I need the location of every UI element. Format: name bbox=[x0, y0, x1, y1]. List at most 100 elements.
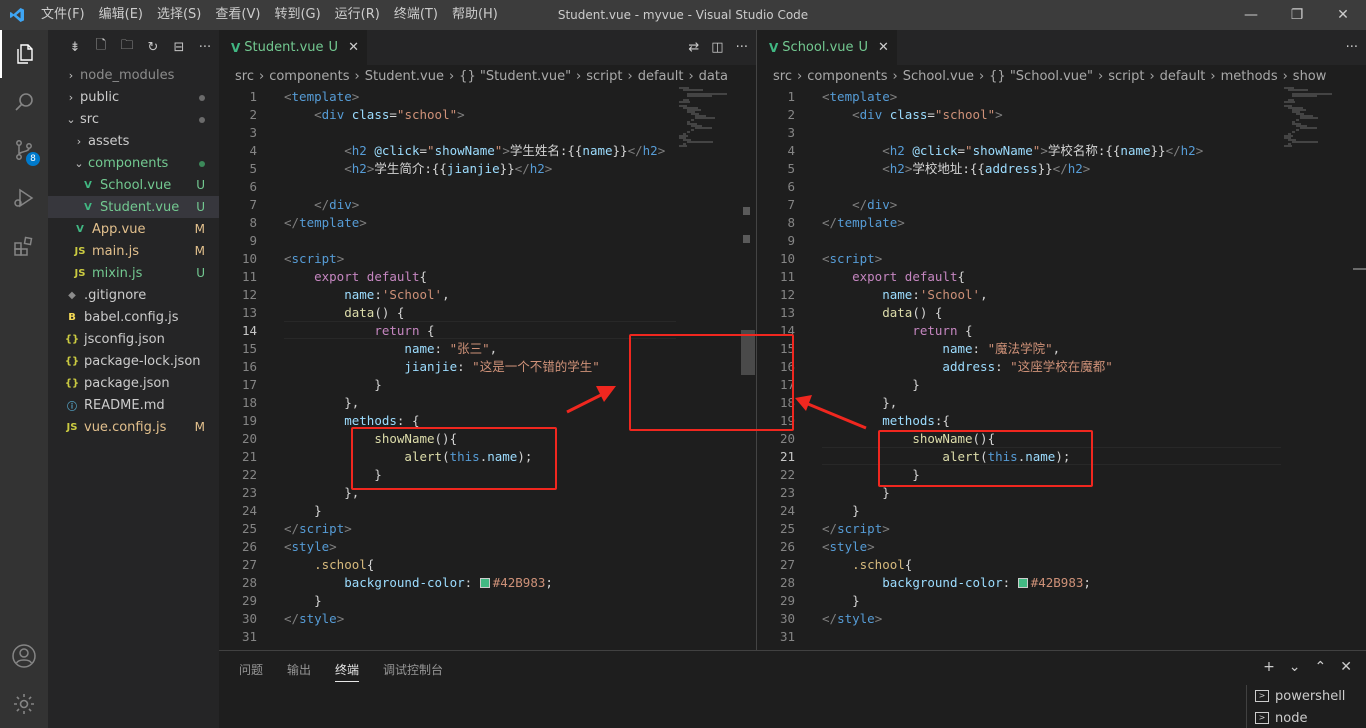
terminal-item[interactable]: > node bbox=[1247, 707, 1366, 728]
split-editor-icon[interactable]: ◫ bbox=[711, 40, 723, 55]
menu-item[interactable]: 选择(S) bbox=[150, 0, 208, 30]
menu-item[interactable]: 文件(F) bbox=[34, 0, 92, 30]
breadcrumb-item[interactable]: src bbox=[235, 69, 254, 84]
new-terminal-icon[interactable]: + bbox=[1263, 659, 1275, 675]
code-token: name bbox=[344, 287, 375, 302]
terminal-item[interactable]: > powershell bbox=[1247, 685, 1366, 707]
tree-file[interactable]: JS main.js M bbox=[48, 240, 219, 262]
color-swatch[interactable] bbox=[1017, 578, 1028, 588]
menu-item[interactable]: 运行(R) bbox=[328, 0, 387, 30]
more-icon[interactable]: ··· bbox=[196, 40, 214, 55]
tree-file[interactable]: ⓘ README.md bbox=[48, 394, 219, 416]
tree-file[interactable]: Bbabel.config.js bbox=[48, 306, 219, 328]
terminal-label: powershell bbox=[1275, 688, 1346, 704]
code-token: .school bbox=[852, 557, 905, 572]
tab-school-vue[interactable]: V School.vue U ✕ bbox=[757, 30, 897, 65]
line-number: 1 bbox=[249, 89, 257, 104]
code-token: "school" bbox=[934, 107, 996, 122]
tree-folder[interactable]: ⌄ components bbox=[48, 152, 219, 174]
breadcrumb-item[interactable]: Student.vue bbox=[365, 69, 444, 84]
panel-tab[interactable]: 输出 bbox=[287, 661, 311, 682]
restore-button[interactable]: ❐ bbox=[1274, 0, 1320, 30]
collapse-icon[interactable]: ⊟ bbox=[170, 40, 188, 55]
new-file-icon[interactable]: 🗋 bbox=[92, 36, 110, 58]
close-tab-icon[interactable]: ✕ bbox=[348, 40, 359, 55]
collapse-all-icon[interactable]: ⇟ bbox=[66, 40, 84, 55]
breadcrumb-item[interactable]: components bbox=[269, 69, 349, 84]
panel-tab[interactable]: 终端 bbox=[335, 661, 360, 682]
extensions-button[interactable] bbox=[0, 222, 48, 270]
tree-folder[interactable]: › public bbox=[48, 86, 219, 108]
breadcrumb-item[interactable]: script bbox=[586, 69, 622, 84]
tree-folder[interactable]: › assets bbox=[48, 130, 219, 152]
breadcrumb-item[interactable]: src bbox=[773, 69, 792, 84]
breadcrumb-item[interactable]: script bbox=[1108, 69, 1144, 84]
refresh-icon[interactable]: ↻ bbox=[144, 40, 162, 55]
breadcrumb-item[interactable]: {} "Student.vue" bbox=[459, 69, 571, 84]
info-file-icon: ⓘ bbox=[67, 401, 77, 413]
settings-button[interactable] bbox=[0, 680, 48, 728]
more-actions-icon[interactable]: ··· bbox=[736, 40, 748, 55]
tree-file[interactable]: {} package.json bbox=[48, 372, 219, 394]
code-token: "这是一个不错的学生" bbox=[472, 359, 600, 374]
tree-file[interactable]: V Student.vue U bbox=[48, 196, 219, 218]
tree-folder[interactable]: › node_modules bbox=[48, 64, 219, 86]
code-token: } bbox=[284, 503, 322, 518]
tab-student-vue[interactable]: V Student.vue U ✕ bbox=[219, 30, 367, 65]
search-button[interactable] bbox=[0, 78, 48, 126]
tree-file[interactable]: {} jsconfig.json bbox=[48, 328, 219, 350]
line-number: 10 bbox=[241, 251, 257, 266]
breadcrumb-item[interactable]: default bbox=[638, 69, 684, 84]
breadcrumb-item[interactable]: components bbox=[807, 69, 887, 84]
code-token: h2 bbox=[351, 143, 367, 158]
tree-folder[interactable]: ⌄ src bbox=[48, 108, 219, 130]
close-panel-icon[interactable]: ✕ bbox=[1340, 659, 1352, 675]
tree-file[interactable]: {} package-lock.json bbox=[48, 350, 219, 372]
code-line: 8 </template> bbox=[219, 214, 756, 232]
menu-item[interactable]: 转到(G) bbox=[267, 0, 327, 30]
git-file-icon: ◆ bbox=[68, 289, 76, 301]
menu-item[interactable]: 编辑(E) bbox=[92, 0, 150, 30]
menu-item[interactable]: 帮助(H) bbox=[445, 0, 505, 30]
chevron-down-icon[interactable]: ⌄ bbox=[1289, 659, 1301, 675]
tree-file[interactable]: V School.vue U bbox=[48, 174, 219, 196]
breadcrumb-item[interactable]: default bbox=[1160, 69, 1206, 84]
minimap-line bbox=[1288, 89, 1308, 91]
code-token: default bbox=[366, 269, 420, 284]
panel-tab[interactable]: 问题 bbox=[239, 661, 263, 682]
tree-file[interactable]: ◆ .gitignore bbox=[48, 284, 219, 306]
color-swatch[interactable] bbox=[479, 578, 490, 588]
panel-tab[interactable]: 调试控制台 bbox=[383, 661, 443, 682]
code-line: 1 <template> bbox=[757, 88, 1366, 106]
explorer-button[interactable] bbox=[0, 30, 48, 78]
close-tab-icon[interactable]: ✕ bbox=[878, 40, 889, 55]
code-token: > bbox=[457, 107, 465, 122]
more-actions-icon[interactable]: ··· bbox=[1346, 40, 1358, 55]
minimap[interactable] bbox=[679, 87, 739, 147]
breadcrumb-item[interactable]: School.vue bbox=[903, 69, 974, 84]
tree-file[interactable]: JS vue.config.js M bbox=[48, 416, 219, 438]
maximize-panel-icon[interactable]: ⌃ bbox=[1315, 659, 1327, 675]
minimap[interactable] bbox=[1284, 87, 1344, 147]
code-token: 'School' bbox=[919, 287, 981, 302]
code-line: 3 bbox=[219, 124, 756, 142]
menu-item[interactable]: 查看(V) bbox=[208, 0, 267, 30]
tree-file[interactable]: V App.vue M bbox=[48, 218, 219, 240]
breadcrumb-item[interactable]: methods bbox=[1221, 69, 1278, 84]
account-button[interactable] bbox=[0, 632, 48, 680]
new-folder-icon[interactable]: 🗀 bbox=[118, 36, 136, 58]
tree-file[interactable]: JS mixin.js U bbox=[48, 262, 219, 284]
breadcrumb-item[interactable]: data bbox=[699, 69, 728, 84]
babel-file-icon: B bbox=[68, 311, 76, 323]
menu-item[interactable]: 终端(T) bbox=[387, 0, 445, 30]
code-line: 11 export default{ bbox=[219, 268, 756, 286]
breadcrumb-item[interactable]: show bbox=[1293, 69, 1327, 84]
line-number: 30 bbox=[779, 611, 795, 626]
close-window-button[interactable]: ✕ bbox=[1320, 0, 1366, 30]
code-line: 4 <h2 @click="showName">学校名称:{{name}}</h… bbox=[757, 142, 1366, 160]
open-changes-icon[interactable]: ⇄ bbox=[688, 40, 699, 55]
run-debug-button[interactable] bbox=[0, 174, 48, 222]
source-control-button[interactable]: 8 bbox=[0, 126, 48, 174]
breadcrumb-item[interactable]: {} "School.vue" bbox=[989, 69, 1093, 84]
minimize-button[interactable]: — bbox=[1228, 0, 1274, 30]
